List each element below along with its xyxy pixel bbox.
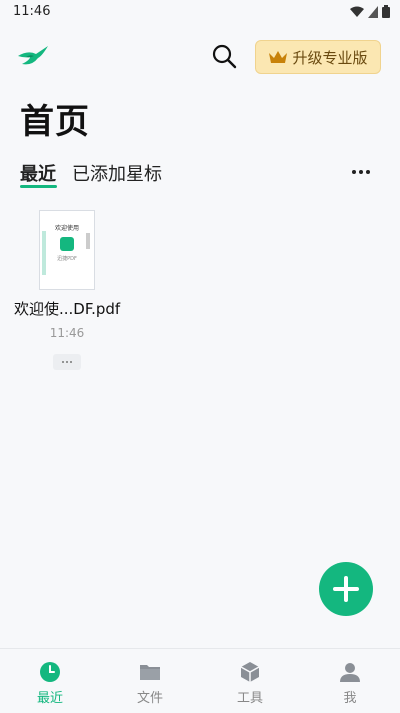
person-icon bbox=[340, 663, 360, 682]
file-card[interactable]: 欢迎使用 迅捷PDF 欢迎使...DF.pdf 11:46 bbox=[14, 210, 120, 370]
crown-icon bbox=[269, 51, 288, 63]
thumbnail-heading: 欢迎使用 bbox=[54, 225, 79, 232]
nav-label: 工具 bbox=[236, 691, 263, 706]
nav-label: 我 bbox=[343, 691, 357, 706]
bottom-nav: 最近 文件 工具 我 bbox=[0, 648, 400, 713]
file-name[interactable]: 欢迎使...DF.pdf bbox=[14, 298, 120, 319]
nav-label: 文件 bbox=[136, 691, 163, 706]
file-thumbnail[interactable]: 欢迎使用 迅捷PDF bbox=[39, 210, 95, 290]
nav-label: 最近 bbox=[36, 691, 63, 706]
search-icon[interactable] bbox=[210, 42, 240, 72]
status-bar: 11:46 bbox=[0, 0, 400, 24]
tab-starred[interactable]: 已添加星标 bbox=[72, 160, 162, 186]
nav-item-recent[interactable]: 最近 bbox=[0, 649, 100, 713]
battery-icon bbox=[382, 5, 390, 18]
thumbnail-caption: 迅捷PDF bbox=[57, 256, 77, 262]
tab-bar: 最近 已添加星标 bbox=[0, 158, 400, 190]
page-title: 首页 bbox=[20, 102, 90, 142]
file-time: 11:46 bbox=[49, 326, 85, 340]
status-icons bbox=[350, 5, 390, 18]
upgrade-pro-label: 升级专业版 bbox=[292, 48, 368, 67]
wifi-icon bbox=[350, 6, 364, 17]
status-time: 11:46 bbox=[13, 4, 51, 19]
swift-bird-logo-icon bbox=[18, 46, 48, 65]
signal-icon bbox=[368, 5, 378, 18]
tab-active-indicator bbox=[20, 185, 57, 188]
nav-item-tools[interactable]: 工具 bbox=[200, 649, 300, 713]
thumbnail-stripe bbox=[86, 233, 90, 249]
toolbox-cube-icon bbox=[240, 662, 260, 682]
upgrade-pro-button[interactable]: 升级专业版 bbox=[255, 40, 381, 74]
folder-icon bbox=[140, 665, 160, 680]
more-options-button[interactable] bbox=[352, 170, 370, 174]
app-logo-icon bbox=[60, 237, 74, 251]
nav-item-files[interactable]: 文件 bbox=[100, 649, 200, 713]
clock-icon bbox=[40, 662, 60, 682]
nav-item-me[interactable]: 我 bbox=[300, 649, 400, 713]
thumbnail-stripe bbox=[42, 231, 46, 275]
tab-recent[interactable]: 最近 bbox=[20, 160, 56, 186]
file-more-button[interactable] bbox=[53, 354, 81, 370]
add-file-button[interactable] bbox=[319, 562, 373, 616]
app-header: 升级专业版 bbox=[0, 36, 400, 80]
